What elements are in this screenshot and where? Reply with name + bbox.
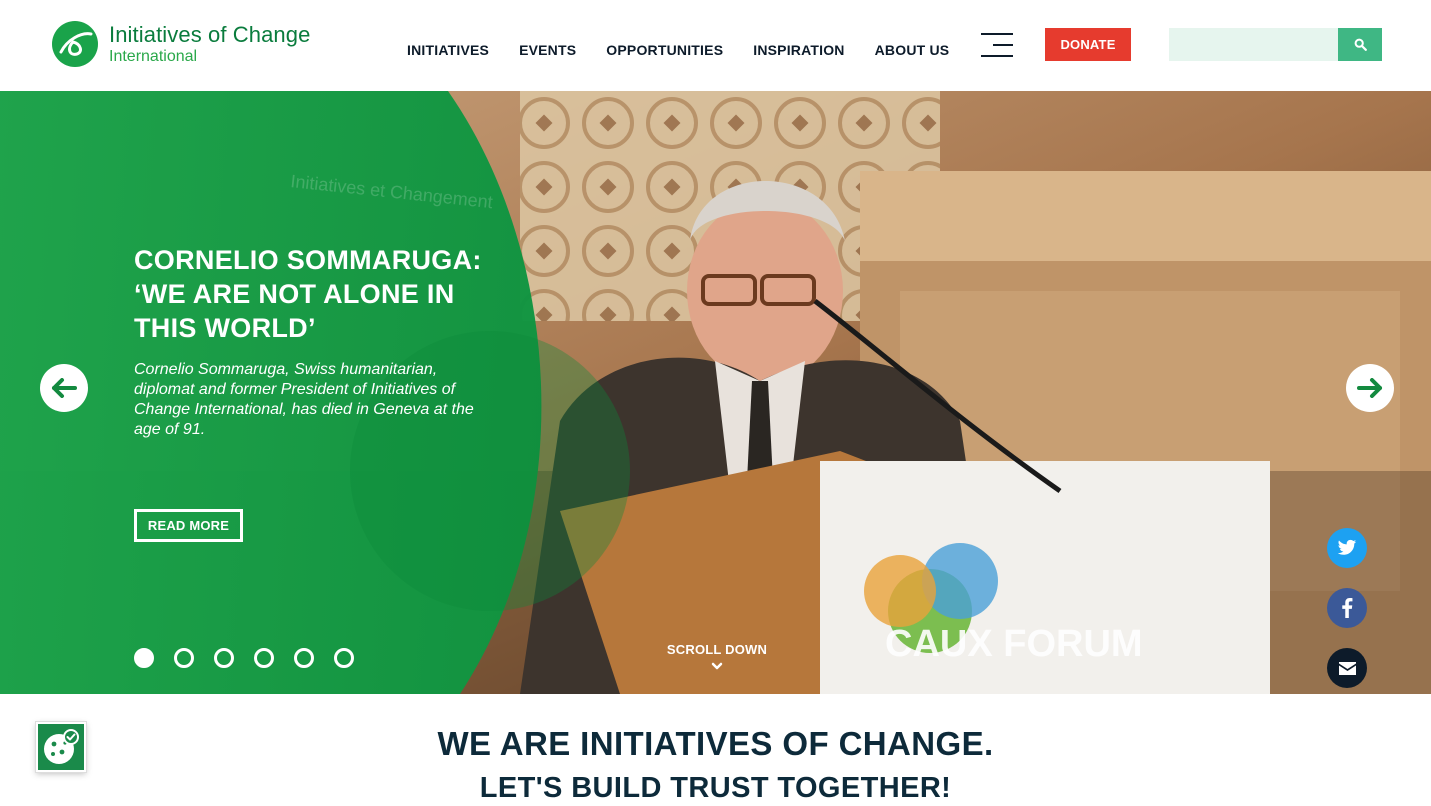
- search-button[interactable]: [1338, 28, 1382, 61]
- slider-prev-button[interactable]: [40, 364, 88, 412]
- cookie-icon: [44, 729, 79, 764]
- hero-title: CORNELIO SOMMARUGA: ‘WE ARE NOT ALONE IN…: [134, 245, 482, 343]
- slider-dot-2[interactable]: [174, 648, 194, 668]
- search-input[interactable]: [1169, 28, 1338, 61]
- scroll-down-label: SCROLL DOWN: [666, 642, 768, 657]
- slider-dot-6[interactable]: [334, 648, 354, 668]
- main-nav: INITIATIVES EVENTS OPPORTUNITIES INSPIRA…: [407, 42, 979, 58]
- hero-description: Cornelio Sommaruga, Swiss humanitarian, …: [134, 361, 474, 438]
- cookie-settings-button[interactable]: [36, 722, 86, 772]
- slider-dots: [134, 648, 374, 668]
- menu-icon[interactable]: [981, 31, 1013, 59]
- read-more-button[interactable]: READ MORE: [134, 509, 243, 542]
- nav-inspiration[interactable]: INSPIRATION: [753, 42, 844, 58]
- chevron-down-icon: [711, 662, 723, 670]
- facebook-share-button[interactable]: [1327, 588, 1367, 628]
- hero-slider: CAUX FORUM Initiatives et Changement COR…: [0, 91, 1431, 694]
- slider-dot-3[interactable]: [214, 648, 234, 668]
- nav-initiatives[interactable]: INITIATIVES: [407, 42, 489, 58]
- email-share-button[interactable]: [1327, 648, 1367, 688]
- site-header: Initiatives of Change International INIT…: [0, 0, 1431, 91]
- nav-about-us[interactable]: ABOUT US: [875, 42, 950, 58]
- arrow-left-icon: [52, 378, 77, 398]
- search-icon: [1354, 38, 1367, 51]
- logo-title: Initiatives of Change: [109, 21, 311, 47]
- arrow-right-icon: [1357, 378, 1382, 398]
- slider-dot-4[interactable]: [254, 648, 274, 668]
- slider-next-button[interactable]: [1346, 364, 1394, 412]
- nav-opportunities[interactable]: OPPORTUNITIES: [606, 42, 723, 58]
- facebook-icon: [1342, 598, 1353, 618]
- logo-icon: [52, 21, 98, 67]
- email-icon: [1338, 661, 1356, 675]
- intro-subheadline: LET'S BUILD TRUST TOGETHER!: [479, 772, 952, 804]
- logo-subtitle: International: [109, 47, 198, 65]
- scroll-down-link[interactable]: SCROLL DOWN: [657, 642, 777, 671]
- twitter-icon: [1337, 539, 1357, 555]
- slider-dot-5[interactable]: [294, 648, 314, 668]
- site-logo[interactable]: Initiatives of Change International: [51, 20, 310, 68]
- twitter-share-button[interactable]: [1327, 528, 1367, 568]
- donate-button[interactable]: DONATE: [1045, 28, 1131, 61]
- slider-dot-1[interactable]: [134, 648, 154, 668]
- intro-headline: WE ARE INITIATIVES OF CHANGE.: [437, 725, 994, 762]
- nav-events[interactable]: EVENTS: [519, 42, 576, 58]
